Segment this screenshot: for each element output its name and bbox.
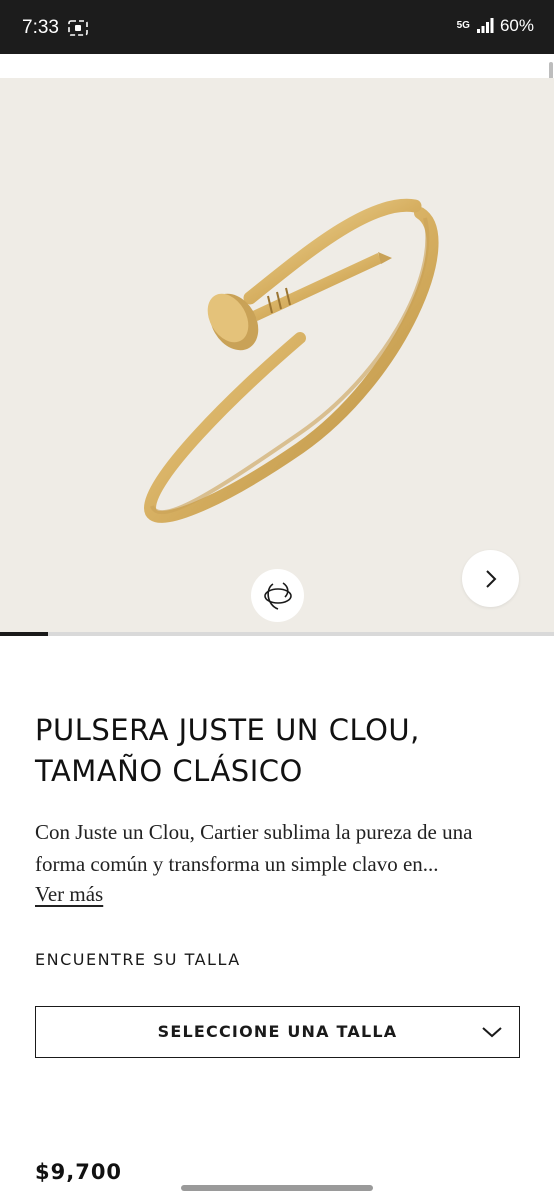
product-description: Con Juste un Clou, Cartier sublima la pu…: [35, 816, 525, 880]
chevron-down-icon: [482, 1027, 502, 1038]
status-indicators: 5G 60%: [457, 16, 534, 36]
description-line: Con Juste un Clou, Cartier sublima la pu…: [35, 820, 473, 844]
status-time: 7:33: [22, 17, 59, 38]
home-indicator[interactable]: [181, 1185, 373, 1191]
bracelet-image: [143, 198, 439, 523]
chevron-right-icon: [485, 569, 496, 588]
size-select[interactable]: SELECCIONE UNA TALLA: [35, 1006, 520, 1058]
status-bar: 7:33 5G 60%: [0, 0, 554, 54]
rotate-3d-icon: [263, 581, 292, 610]
description-line: forma común y transforma un simple clavo…: [35, 852, 439, 876]
product-title-line: TAMAÑO CLÁSICO: [35, 754, 303, 788]
product-title: PULSERA JUSTE UN CLOU, TAMAÑO CLÁSICO: [35, 710, 535, 792]
next-image-button[interactable]: [462, 550, 519, 607]
network-type: 5G: [456, 20, 470, 31]
product-price: $9,700: [35, 1160, 123, 1184]
see-more-link[interactable]: Ver más: [35, 878, 103, 910]
screenshot-icon: [68, 20, 88, 36]
gallery-progress: [0, 632, 554, 636]
view-3d-button[interactable]: [251, 569, 304, 622]
signal-icon: [476, 18, 494, 33]
size-label: ENCUENTRE SU TALLA: [35, 950, 241, 969]
product-image-gallery[interactable]: [0, 78, 554, 632]
product-title-line: PULSERA JUSTE UN CLOU,: [35, 713, 420, 747]
gallery-progress-fill: [0, 632, 49, 636]
size-select-value: SELECCIONE UNA TALLA: [157, 1022, 398, 1041]
battery-level: 60%: [499, 16, 534, 35]
